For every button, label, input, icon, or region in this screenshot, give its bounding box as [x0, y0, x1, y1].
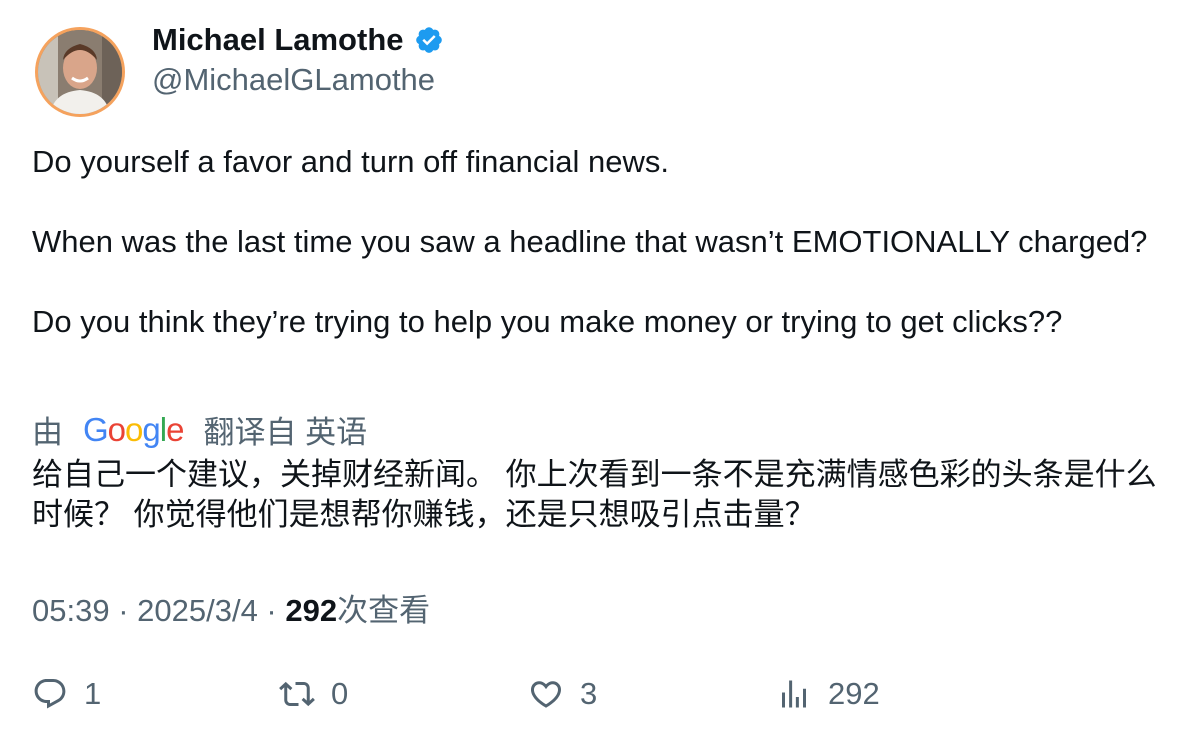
views-label: 次查看: [337, 593, 431, 628]
views-icon: [782, 680, 806, 708]
views-count: 292: [285, 593, 338, 628]
tweet-paragraph: Do you think they’re trying to help you …: [32, 304, 1063, 339]
action-bar: 1 0 3 292: [32, 670, 1172, 718]
author-handle[interactable]: @MichaelGLamothe: [152, 62, 435, 98]
translation-source-language: 翻译自 英语: [203, 415, 368, 450]
translation-attribution: 由 Google 翻译自 英语: [32, 407, 367, 452]
retweet-icon: [279, 681, 315, 707]
meta-separator: ·: [257, 593, 286, 628]
tweet-paragraph: Do yourself a favor and turn off financi…: [32, 144, 669, 179]
reply-icon: [34, 679, 66, 709]
verified-badge-icon[interactable]: [414, 25, 444, 55]
like-button[interactable]: 3: [528, 670, 597, 718]
tweet-time[interactable]: 05:39: [32, 593, 110, 628]
retweet-button[interactable]: 0: [279, 670, 348, 718]
translation-prefix: 由: [32, 415, 63, 450]
retweet-count: 0: [331, 676, 349, 711]
google-logo: Google: [83, 410, 184, 448]
translated-text: 给自己一个建议，关掉财经新闻。 你上次看到一条不是充满情感色彩的头条是什么时候？…: [32, 457, 1157, 532]
tweet-paragraph: When was the last time you saw a headlin…: [32, 224, 1148, 259]
reply-button[interactable]: 1: [32, 670, 101, 718]
tweet-text: Do yourself a favor and turn off financi…: [32, 142, 1162, 342]
like-icon: [530, 681, 562, 708]
meta-separator: ·: [109, 593, 138, 628]
avatar[interactable]: [35, 27, 125, 117]
views-button[interactable]: 292: [776, 670, 880, 718]
tweet-card: Michael Lamothe @MichaelGLamothe Do your…: [0, 0, 1196, 738]
avatar-photo: [38, 30, 122, 114]
tweet-meta: 05:39 · 2025/3/4 · 292次查看: [32, 585, 430, 630]
tweet-date[interactable]: 2025/3/4: [137, 593, 258, 628]
author-name[interactable]: Michael Lamothe: [152, 22, 444, 58]
like-count: 3: [580, 676, 598, 711]
reply-count: 1: [84, 676, 102, 711]
author-name-text[interactable]: Michael Lamothe: [152, 22, 404, 58]
views-action-count: 292: [828, 676, 880, 711]
